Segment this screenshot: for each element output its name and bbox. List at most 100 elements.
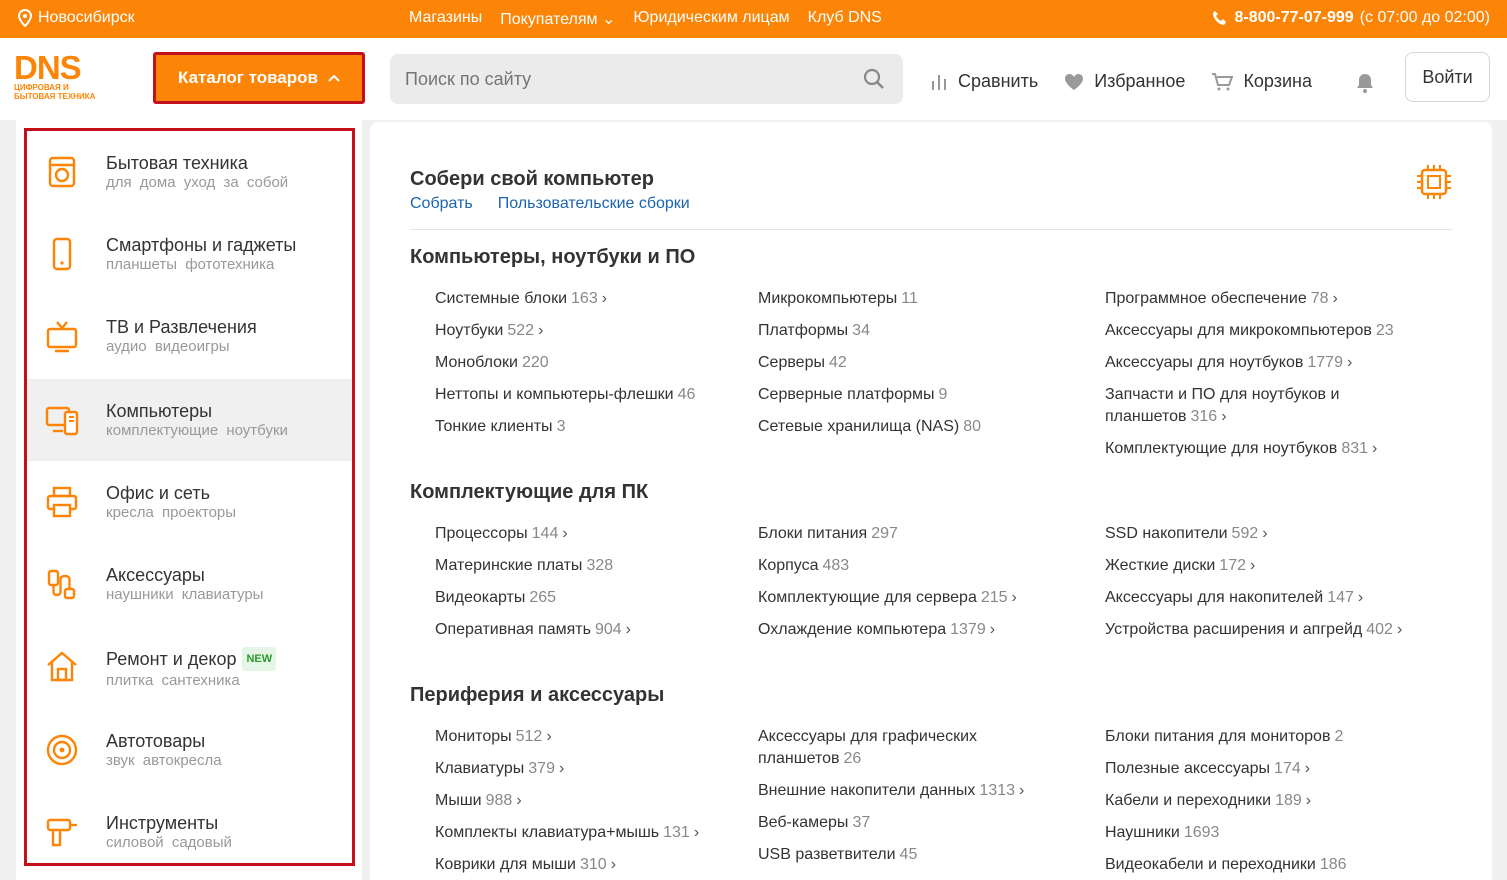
sidebar-item-auto[interactable]: Автотовары звук автокресла [27, 709, 352, 791]
cpu-chip-icon[interactable] [1414, 162, 1454, 202]
category-name: Коврики для мыши [435, 856, 576, 873]
nav-buyers[interactable]: Покупателям ⌄ [500, 9, 615, 29]
category-link[interactable]: Клавиатуры 379 › [435, 758, 735, 780]
category-name: Программное обеспечение [1105, 290, 1307, 307]
category-link[interactable]: USB разветвители 45 [758, 844, 1058, 866]
category-link[interactable]: Аксессуары для ноутбуков 1779 › [1105, 352, 1405, 374]
category-link[interactable]: Мыши 988 › [435, 790, 735, 812]
category-count: 131 [663, 824, 690, 841]
builder-user-builds-link[interactable]: Пользовательские сборки [498, 195, 690, 213]
category-name: Устройства расширения и апгрейд [1105, 621, 1363, 638]
catalog-button[interactable]: Каталог товаров [153, 52, 365, 104]
category-count: 1313 [979, 782, 1016, 799]
category-name: Моноблоки [435, 354, 518, 371]
location-pin-icon [18, 9, 32, 27]
category-link[interactable]: Комплекты клавиатура+мышь 131 › [435, 822, 735, 844]
search-input[interactable] [390, 54, 830, 104]
category-link[interactable]: Тонкие клиенты 3 [435, 416, 735, 438]
category-link[interactable]: Жесткие диски 172 › [1105, 555, 1405, 577]
category-link[interactable]: Системные блоки 163 › [435, 288, 735, 310]
sidebar-item-title: Автотовары [106, 731, 206, 751]
category-link[interactable]: Микрокомпьютеры 11 [758, 288, 1058, 310]
section-title[interactable]: Периферия и аксессуары [410, 684, 664, 707]
category-link[interactable]: Видеокабели и переходники 186 [1105, 854, 1405, 876]
sidebar-item-tv[interactable]: ТВ и Развлечения аудио видеоигры [27, 295, 352, 377]
sidebar-item-computers[interactable]: Компьютеры комплектующие ноутбуки [27, 379, 352, 461]
login-button[interactable]: Войти [1405, 52, 1490, 102]
category-count: 265 [529, 589, 557, 606]
category-link[interactable]: Блоки питания для мониторов 2 [1105, 726, 1405, 748]
compare-label: Сравнить [958, 71, 1039, 91]
category-link[interactable]: Блоки питания 297 [758, 523, 1058, 545]
sidebar-item-repair[interactable]: Ремонт и декор NEW плитка сантехника [27, 625, 352, 707]
category-link[interactable]: Мониторы 512 › [435, 726, 735, 748]
logo[interactable]: DNS ЦИФРОВАЯ И БЫТОВАЯ ТЕХНИКА [14, 51, 114, 105]
chevron-right-icon: › [1262, 525, 1268, 542]
sidebar-item-text: Ремонт и декор NEW плитка сантехника [106, 647, 277, 690]
category-link[interactable]: Программное обеспечение 78 › [1105, 288, 1405, 310]
category-count: 34 [852, 322, 870, 339]
category-link[interactable]: Серверы 42 [758, 352, 1058, 374]
chevron-up-icon [328, 74, 340, 82]
category-column: Процессоры 144 › Материнские платы 328 Видеок… [435, 523, 735, 651]
compare-button[interactable]: Сравнить [930, 71, 1038, 92]
category-column: Блоки питания 297 Корпуса 483 Комплектующие … [758, 523, 1058, 651]
nav-stores[interactable]: Магазины [409, 9, 482, 29]
sidebar-item-accessories[interactable]: Аксессуары наушники клавиатуры [27, 543, 352, 625]
favorites-button[interactable]: Избранное [1064, 71, 1185, 92]
category-column: Блоки питания для мониторов 2 Полезные акс… [1105, 726, 1405, 880]
category-link[interactable]: Материнские платы 328 [435, 555, 735, 577]
category-link[interactable]: Запчасти и ПО для ноутбуков и планшетов 3… [1105, 384, 1405, 428]
category-link[interactable]: Платформы 34 [758, 320, 1058, 342]
chevron-right-icon: › [1304, 760, 1311, 777]
section-title[interactable]: Компьютеры, ноутбуки и ПО [410, 246, 695, 269]
category-link[interactable]: Корпуса 483 [758, 555, 1058, 577]
category-link[interactable]: Ноутбуки 522 › [435, 320, 735, 342]
category-link[interactable]: Оперативная память 904 › [435, 619, 735, 641]
category-link[interactable]: Процессоры 144 › [435, 523, 735, 545]
category-link[interactable]: Коврики для мыши 310 › [435, 854, 735, 876]
category-column: Микрокомпьютеры 11 Платформы 34 Серверы 42 Сер… [758, 288, 1058, 448]
chevron-right-icon: › [1250, 557, 1256, 574]
sidebar-item-office[interactable]: Офис и сеть кресла проекторы [27, 461, 352, 543]
category-link[interactable]: Комплектующие для сервера 215 › [758, 587, 1058, 609]
category-link[interactable]: Внешние накопители данных 1313 › [758, 780, 1058, 802]
category-link[interactable]: Устройства расширения и апгрейд 402 › [1105, 619, 1405, 641]
category-link[interactable]: Серверные платформы 9 [758, 384, 1058, 406]
nav-legal[interactable]: Юридическим лицам [633, 9, 789, 29]
category-link[interactable]: Аксессуары для накопителей 147 › [1105, 587, 1405, 609]
category-link[interactable]: Наушники 1693 [1105, 822, 1405, 844]
phone-contact[interactable]: 8-800-77-07-999 (с 07:00 до 02:00) [1212, 9, 1490, 27]
logo-sub-1: ЦИФРОВАЯ И [14, 83, 69, 92]
category-name: Тонкие клиенты [435, 418, 553, 435]
top-bar: Новосибирск Магазины Покупателям ⌄ Юриди… [0, 0, 1507, 38]
category-name: Процессоры [435, 525, 528, 542]
category-link[interactable]: Полезные аксессуары 174 › [1105, 758, 1405, 780]
category-link[interactable]: Кабели и переходники 189 › [1105, 790, 1405, 812]
category-link[interactable]: Моноблоки 220 [435, 352, 735, 374]
category-count: 592 [1231, 525, 1259, 542]
category-count: 174 [1274, 760, 1301, 777]
bell-icon[interactable] [1355, 72, 1375, 94]
category-link[interactable]: Веб-камеры 37 [758, 812, 1058, 834]
category-link[interactable]: SSD накопители 592 › [1105, 523, 1405, 545]
category-link[interactable]: Комплектующие для ноутбуков 831 › [1105, 438, 1405, 460]
cart-button[interactable]: Корзина [1211, 71, 1312, 92]
logo-sub-2: БЫТОВАЯ ТЕХНИКА [14, 92, 96, 101]
category-name: Блоки питания [758, 525, 868, 542]
category-link[interactable]: Сетевые хранилища (NAS) 80 [758, 416, 1058, 438]
category-link[interactable]: Аксессуары для графических планшетов 26 [758, 726, 1058, 770]
category-count: 11 [901, 290, 918, 307]
sidebar-item-tools[interactable]: Инструменты силовой садовый [27, 791, 352, 873]
category-link[interactable]: Неттопы и компьютеры-флешки 46 [435, 384, 735, 406]
category-link[interactable]: Аксессуары для микрокомпьютеров 23 [1105, 320, 1405, 342]
section-title[interactable]: Комплектующие для ПК [410, 481, 648, 504]
search-icon[interactable] [863, 68, 885, 90]
nav-club[interactable]: Клуб DNS [808, 9, 882, 29]
sidebar-item-smartphones[interactable]: Смартфоны и гаджеты планшеты фототехника [27, 213, 352, 295]
category-link[interactable]: Охлаждение компьютера 1379 › [758, 619, 1058, 641]
city-selector[interactable]: Новосибирск [18, 9, 135, 27]
category-link[interactable]: Видеокарты 265 [435, 587, 735, 609]
builder-build-link[interactable]: Собрать [410, 195, 473, 213]
sidebar-item-appliances[interactable]: Бытовая техника для дома уход за собой [27, 131, 352, 213]
